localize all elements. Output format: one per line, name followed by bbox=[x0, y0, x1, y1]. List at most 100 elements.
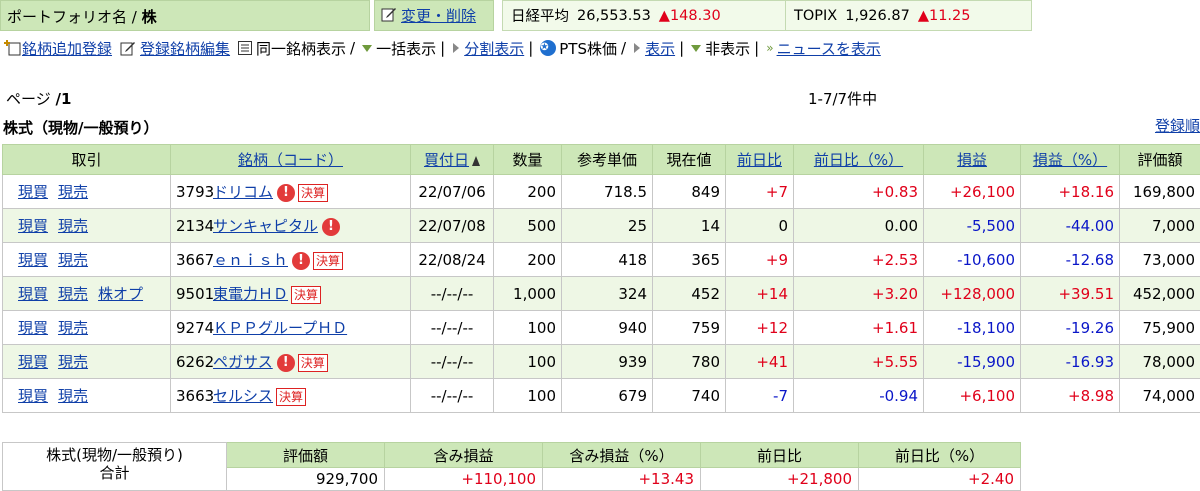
summary-col-chg: 前日比 bbox=[701, 443, 859, 468]
profit-loss-pct: -44.00 bbox=[1021, 209, 1120, 243]
portfolio-label: ポートフォリオ名 / bbox=[7, 8, 137, 26]
exclamation-icon[interactable]: ! bbox=[277, 354, 295, 372]
earnings-badge[interactable]: 決算 bbox=[298, 354, 328, 372]
trade-action-link[interactable]: 現買 bbox=[18, 217, 48, 235]
market-indices: 日経平均 26,553.53 ▲148.30 TOPIX 1,926.87 ▲1… bbox=[502, 0, 1032, 31]
trade-action-link[interactable]: 現買 bbox=[18, 251, 48, 269]
index-change: ▲11.25 bbox=[918, 8, 971, 24]
col-chg-pct[interactable]: 前日比（%） bbox=[794, 145, 924, 175]
trade-action-link[interactable]: 現売 bbox=[58, 353, 88, 371]
trade-action-link[interactable]: 現売 bbox=[58, 217, 88, 235]
exclamation-icon[interactable]: ! bbox=[277, 184, 295, 202]
brand-cell: 9274ＫＰＰグループＨＤ bbox=[171, 311, 411, 345]
trade-action-link[interactable]: 現売 bbox=[58, 183, 88, 201]
show-news-link[interactable]: ニュースを表示 bbox=[777, 38, 881, 59]
section-title: 株式（現物/一般預り） bbox=[3, 117, 158, 138]
col-brand[interactable]: 銘柄（コード） bbox=[171, 145, 411, 175]
summary-chg: +21,800 bbox=[701, 468, 859, 491]
day-change: +14 bbox=[726, 277, 794, 311]
brand-code: 3793 bbox=[176, 183, 213, 201]
table-header-row: 取引 銘柄（コード） 買付日 数量 参考単価 現在値 前日比 前日比（%） 損益… bbox=[3, 145, 1200, 175]
page-indicator: ページ /1 bbox=[6, 88, 71, 109]
profit-loss: -10,600 bbox=[924, 243, 1021, 277]
brand-code: 9274 bbox=[176, 319, 213, 337]
trade-cell: 現買現売 bbox=[3, 243, 171, 277]
split-display-link[interactable]: 分割表示 bbox=[464, 38, 524, 59]
table-row: 現買現売3793ドリコム!決算22/07/06200718.5849+7+0.8… bbox=[3, 175, 1200, 209]
trade-action-link[interactable]: 現売 bbox=[58, 251, 88, 269]
brand-name-link[interactable]: ｅｎｉｓｈ bbox=[213, 251, 288, 269]
ref-price: 25 bbox=[562, 209, 653, 243]
table-row: 現買現売3667ｅｎｉｓｈ!決算22/08/24200418365+9+2.53… bbox=[3, 243, 1200, 277]
show-pts-link[interactable]: 表示 bbox=[645, 38, 675, 59]
triangle-right-icon bbox=[634, 43, 640, 53]
summary-pl-pct: +13.43 bbox=[543, 468, 701, 491]
brand-name-link[interactable]: セルシス bbox=[213, 387, 273, 405]
trade-cell: 現買現売 bbox=[3, 345, 171, 379]
trade-action-link[interactable]: 現売 bbox=[58, 319, 88, 337]
earnings-badge[interactable]: 決算 bbox=[291, 286, 321, 304]
day-change: +9 bbox=[726, 243, 794, 277]
index-value: 1,926.87 bbox=[845, 8, 910, 24]
brand-cell: 3667ｅｎｉｓｈ!決算 bbox=[171, 243, 411, 277]
brand-code: 2134 bbox=[176, 217, 213, 235]
profit-loss: -18,100 bbox=[924, 311, 1021, 345]
index-topix: TOPIX 1,926.87 ▲11.25 bbox=[785, 1, 978, 30]
brand-name-link[interactable]: ＫＰＰグループＨＤ bbox=[213, 319, 347, 337]
table-row: 現買現売2134サンキャピタル!22/07/08500251400.00-5,5… bbox=[3, 209, 1200, 243]
brand-name-link[interactable]: 東電力ＨＤ bbox=[213, 285, 288, 303]
ref-price: 718.5 bbox=[562, 175, 653, 209]
pts-label: PTS株価 bbox=[559, 38, 617, 59]
globe-icon: ✪ bbox=[540, 40, 556, 56]
ref-price: 939 bbox=[562, 345, 653, 379]
exclamation-icon[interactable]: ! bbox=[292, 252, 310, 270]
trade-action-link[interactable]: 現買 bbox=[18, 387, 48, 405]
brand-name-link[interactable]: ドリコム bbox=[213, 183, 273, 201]
bulk-display-label: 一括表示 bbox=[376, 38, 436, 59]
summary-col-pl-pct: 含み損益（%） bbox=[543, 443, 701, 468]
brand-code: 3663 bbox=[176, 387, 213, 405]
day-change: -7 bbox=[726, 379, 794, 413]
index-nikkei: 日経平均 26,553.53 ▲148.30 bbox=[503, 1, 785, 30]
day-change: +12 bbox=[726, 311, 794, 345]
col-pl-pct[interactable]: 損益（%） bbox=[1021, 145, 1120, 175]
edit-brand-link[interactable]: 登録銘柄編集 bbox=[140, 38, 230, 59]
quantity: 100 bbox=[494, 311, 562, 345]
col-pl[interactable]: 損益 bbox=[924, 145, 1021, 175]
trade-action-link[interactable]: 現売 bbox=[58, 387, 88, 405]
quantity: 200 bbox=[494, 243, 562, 277]
trade-action-link[interactable]: 現買 bbox=[18, 183, 48, 201]
brand-cell: 6262ペガサス!決算 bbox=[171, 345, 411, 379]
ref-price: 940 bbox=[562, 311, 653, 345]
profit-loss: -15,900 bbox=[924, 345, 1021, 379]
sort-order-link[interactable]: 登録順 bbox=[1155, 115, 1200, 136]
col-buy-date[interactable]: 買付日 bbox=[411, 145, 494, 175]
trade-action-link[interactable]: 現買 bbox=[18, 285, 48, 303]
index-name: 日経平均 bbox=[511, 5, 569, 26]
summary-col-chg-pct: 前日比（%） bbox=[859, 443, 1021, 468]
brand-cell: 3793ドリコム!決算 bbox=[171, 175, 411, 209]
trade-action-link[interactable]: 株オプ bbox=[98, 285, 143, 303]
exclamation-icon[interactable]: ! bbox=[322, 218, 340, 236]
brand-name-link[interactable]: ペガサス bbox=[213, 353, 273, 371]
earnings-badge[interactable]: 決算 bbox=[298, 184, 328, 202]
trade-action-link[interactable]: 現売 bbox=[58, 285, 88, 303]
holdings-table: 取引 銘柄（コード） 買付日 数量 参考単価 現在値 前日比 前日比（%） 損益… bbox=[2, 144, 1200, 413]
add-brand-link[interactable]: 銘柄追加登録 bbox=[22, 38, 112, 59]
brand-code: 9501 bbox=[176, 285, 213, 303]
earnings-badge[interactable]: 決算 bbox=[276, 388, 306, 406]
day-change-pct: +3.20 bbox=[794, 277, 924, 311]
buy-date: 22/07/08 bbox=[411, 209, 494, 243]
ref-price: 418 bbox=[562, 243, 653, 277]
trade-action-link[interactable]: 現買 bbox=[18, 319, 48, 337]
earnings-badge[interactable]: 決算 bbox=[313, 252, 343, 270]
col-chg[interactable]: 前日比 bbox=[726, 145, 794, 175]
current-price: 14 bbox=[653, 209, 726, 243]
brand-name-link[interactable]: サンキャピタル bbox=[213, 217, 318, 235]
triangle-down-icon bbox=[362, 45, 372, 52]
table-row: 現買現売3663セルシス決算--/--/--100679740-7-0.94+6… bbox=[3, 379, 1200, 413]
col-price: 現在値 bbox=[653, 145, 726, 175]
col-ref-price: 参考単価 bbox=[562, 145, 653, 175]
edit-delete-link[interactable]: 変更・削除 bbox=[401, 5, 476, 26]
trade-action-link[interactable]: 現買 bbox=[18, 353, 48, 371]
